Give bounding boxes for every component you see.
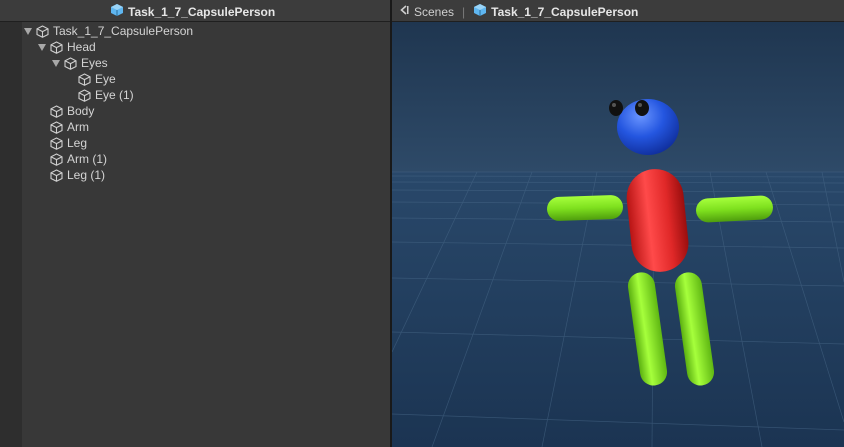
gameobject-cube-icon — [50, 104, 63, 118]
gameobject-cube-icon — [50, 168, 63, 182]
scene-breadcrumb-bar: Scenes | Task_1_7_CapsulePerson — [392, 0, 844, 22]
expand-triangle-icon[interactable] — [38, 43, 46, 51]
hierarchy-panel: Task_1_7_CapsulePerson Task_1_7_CapsuleP… — [0, 0, 390, 447]
tree-item-label: Body — [67, 104, 95, 118]
sky-background — [392, 22, 844, 172]
hierarchy-scene-title[interactable]: Task_1_7_CapsulePerson — [110, 3, 275, 20]
tree-item-label: Arm — [67, 120, 89, 134]
unity-scene-icon — [473, 3, 487, 20]
tree-item-head[interactable]: Head — [38, 39, 96, 55]
scene-name-link[interactable]: Task_1_7_CapsulePerson — [491, 5, 638, 19]
tree-item-label: Head — [67, 40, 96, 54]
tree-item-label: Leg (1) — [67, 168, 106, 182]
gameobject-cube-icon — [50, 120, 63, 134]
eye-right-highlight — [638, 103, 642, 107]
hierarchy-gutter — [0, 22, 22, 447]
tree-item-label: Leg — [67, 136, 88, 150]
hierarchy-title-label: Task_1_7_CapsulePerson — [128, 4, 276, 19]
gameobject-cube-icon — [78, 88, 91, 102]
tree-item-label: Arm (1) — [67, 152, 107, 166]
scene-viewport[interactable] — [392, 22, 844, 447]
scene-panel: Scenes | Task_1_7_CapsulePerson — [392, 0, 844, 447]
tree-item-eyes[interactable]: Eyes — [52, 55, 108, 71]
scene-breadcrumb: Scenes | Task_1_7_CapsulePerson — [398, 3, 638, 20]
unity-scene-icon — [110, 3, 124, 20]
eye-right[interactable] — [635, 100, 649, 116]
eye-left-highlight — [612, 103, 616, 107]
expand-triangle-icon[interactable] — [24, 27, 32, 35]
gameobject-cube-icon — [50, 40, 63, 54]
tree-item-leg[interactable]: Leg — [50, 135, 87, 151]
gameobject-cube-icon — [50, 152, 63, 166]
gameobject-cube-icon — [50, 136, 63, 150]
tree-item-root[interactable]: Task_1_7_CapsulePerson — [24, 23, 193, 39]
scenes-link[interactable]: Scenes — [414, 5, 454, 19]
tree-item-leg-1[interactable]: Leg (1) — [50, 167, 105, 183]
gameobject-cube-icon — [78, 72, 91, 86]
gameobject-cube-icon — [36, 24, 49, 38]
tree-item-label: Eyes — [81, 56, 108, 70]
tree-item-label: Task_1_7_CapsulePerson — [53, 24, 194, 38]
gameobject-cube-icon — [64, 56, 77, 70]
back-arrow-icon[interactable] — [398, 4, 410, 19]
tree-item-arm-1[interactable]: Arm (1) — [50, 151, 107, 167]
arm-right[interactable] — [695, 195, 773, 223]
arm-left[interactable] — [547, 195, 624, 222]
tree-item-eye[interactable]: Eye — [78, 71, 116, 87]
tree-item-arm[interactable]: Arm — [50, 119, 89, 135]
expand-triangle-icon[interactable] — [52, 59, 60, 67]
hierarchy-header: Task_1_7_CapsulePerson — [0, 0, 390, 22]
tree-item-eye-1[interactable]: Eye (1) — [78, 87, 134, 103]
eye-left[interactable] — [609, 100, 623, 116]
breadcrumb-separator: | — [462, 4, 466, 19]
tree-item-label: Eye (1) — [95, 88, 134, 102]
tree-item-body[interactable]: Body — [50, 103, 94, 119]
tree-item-label: Eye — [95, 72, 116, 86]
